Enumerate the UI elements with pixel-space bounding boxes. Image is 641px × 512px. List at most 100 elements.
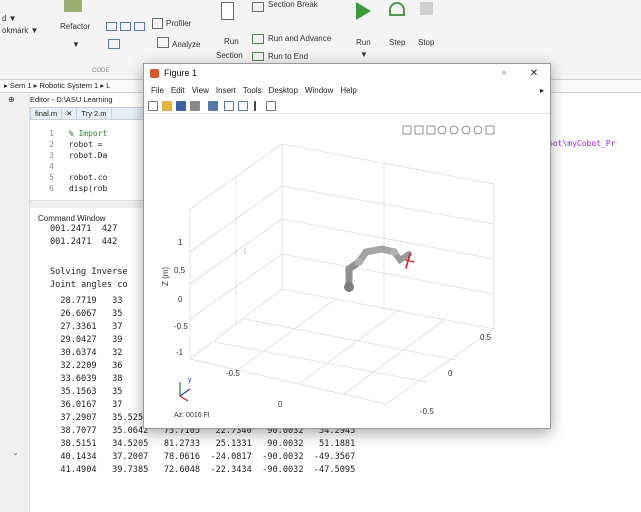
format-icon[interactable] [108,39,120,49]
open-file-icon[interactable] [162,101,172,111]
restore-button[interactable]: ▫ [492,66,516,82]
home-icon [485,125,495,135]
rotate-icon [437,125,447,135]
property-editor-icon[interactable] [266,101,276,111]
editor-tab-strip: final.m ✕ Try 2.m [30,107,148,120]
wrap-icon[interactable] [134,22,145,31]
robot-joint [390,248,398,256]
robot-joint [355,258,363,266]
menu-file[interactable]: File [151,84,164,98]
run-section-icon[interactable] [221,2,234,20]
run-to-end-button[interactable]: Run to End [268,52,308,61]
menu-tools[interactable]: Tools [243,84,262,98]
legend-icon[interactable] [238,101,248,111]
matlab-figure-icon [150,69,159,78]
step-icon[interactable] [389,2,405,16]
scroll-down-icon[interactable]: ⌄ [12,448,19,457]
y-tick-label: 0.5 [480,333,492,342]
figure-titlebar[interactable]: Figure 1 ▫ ✕ [144,64,550,84]
output-line: 33.6039 38 [50,374,123,384]
dropdown-caret[interactable]: ▼ [72,40,80,49]
output-line: 30.6374 32 [50,348,123,358]
ribbon-group-label: CODE [92,68,110,74]
figure-axes-area[interactable]: ⁞ Z (m) 1 0.5 0 -0.5 -1 -0.5 0 0.5 0 -0.… [144,114,550,428]
figure-window[interactable]: Figure 1 ▫ ✕ File Edit View Insert Tools Desk… [143,63,551,429]
colorbar-icon[interactable] [224,101,234,111]
run-section-label[interactable]: Section [216,51,243,60]
save-icon[interactable] [176,101,186,111]
orientation-triad: y [179,377,192,402]
editor-code-area[interactable]: 1 % Import 2 robot = 3 robot.Da 4 5 robo… [30,120,148,200]
refactor-button[interactable]: Refactor [60,22,90,31]
output-line: 41.4904 39.7385 72.6048 -22.3434 -90.003… [50,465,356,475]
section-break-icon[interactable] [252,2,264,12]
run-to-end-icon[interactable] [252,52,264,61]
run-advance-icon[interactable] [252,34,264,44]
small-marker: ⁞ [244,249,246,256]
menu-desktop[interactable]: Desktop [269,84,298,98]
output-line: 32.2209 36 [50,361,123,371]
output-line: 38.5151 34.5205 81.2733 25.1331 90.0032 … [50,439,356,449]
menu-overflow-icon[interactable]: ▸ [540,84,544,98]
axes-box [189,143,495,405]
editor-horizontal-scrollbar[interactable] [30,200,148,208]
link-plot-icon[interactable] [208,101,218,111]
run-dropdown-caret[interactable]: ▼ [360,50,368,59]
code-line: 4 [49,162,54,171]
menu-help[interactable]: Help [340,84,356,98]
y-tick-label: 0 [448,369,453,378]
stop-icon[interactable] [420,2,433,15]
output-line: 28.7719 33 [50,296,123,306]
zoom-in-icon [461,125,471,135]
figure-menubar: File Edit View Insert Tools Desktop Window Help… [144,84,550,98]
code-string-fragment: bot\myCobot_Pr [548,139,616,148]
robot-arm [344,245,415,292]
figure-title: Figure 1 [164,68,198,78]
close-button[interactable]: ✕ [522,66,546,82]
analyze-icon[interactable] [157,37,169,48]
editor-tab-try2[interactable]: Try 2.m [77,108,112,119]
run-button[interactable]: Run [356,38,371,47]
z-tick-label: 1 [178,238,183,247]
run-section-button[interactable]: Run [224,37,239,46]
section-break-button[interactable]: Section Break [268,0,318,9]
output-line: 001.2471 427 [50,224,118,234]
menu-window[interactable]: Window [305,84,333,98]
editor-tab-final[interactable]: final.m [31,108,63,119]
run-icon[interactable] [356,2,371,20]
output-line: 29.0427 39 [50,335,123,345]
code-line: 5 robot.co [49,173,108,182]
export-icon [402,125,412,135]
output-line: 36.0167 37 [50,400,123,410]
step-button[interactable]: Step [389,38,405,47]
menu-edit[interactable]: Edit [171,84,185,98]
y-tick-label: -0.5 [420,407,434,416]
menu-view[interactable]: View [192,84,209,98]
figure-toolbar [144,98,550,114]
code-line: 2 robot = [49,140,103,149]
axes-toolbar[interactable] [402,125,495,135]
comment-icon[interactable] [120,22,131,31]
menu-insert[interactable]: Insert [216,84,236,98]
pointer-icon[interactable] [254,101,260,111]
run-and-advance-button[interactable]: Run and Advance [268,34,331,43]
expand-icon[interactable]: ⊕ [8,95,15,104]
stop-button[interactable]: Stop [418,38,434,47]
zoom-out-icon [473,125,483,135]
print-icon[interactable] [190,101,200,111]
indent-icon[interactable] [106,22,117,31]
ribbon-fragment-bookmark[interactable]: okmark ▼ [2,26,38,35]
profiler-button[interactable]: Profiler [166,19,191,28]
code-line: 3 robot.Da [49,151,108,160]
new-figure-icon[interactable] [148,101,158,111]
analyze-button[interactable]: Analyze [172,40,200,49]
profiler-icon[interactable] [152,18,163,29]
editor-tab-close-icon[interactable]: ✕ [62,108,78,119]
brush-icon [414,125,424,135]
ribbon-fragment-top[interactable]: d ▼ [2,14,17,23]
z-tick-label: 0 [178,295,183,304]
pan-icon [449,125,459,135]
z-tick-label: 0.5 [174,266,186,275]
refactor-icon[interactable] [64,0,82,12]
axes-3d[interactable]: ⁞ Z (m) 1 0.5 0 -0.5 -1 -0.5 0 0.5 0 -0.… [144,114,550,428]
